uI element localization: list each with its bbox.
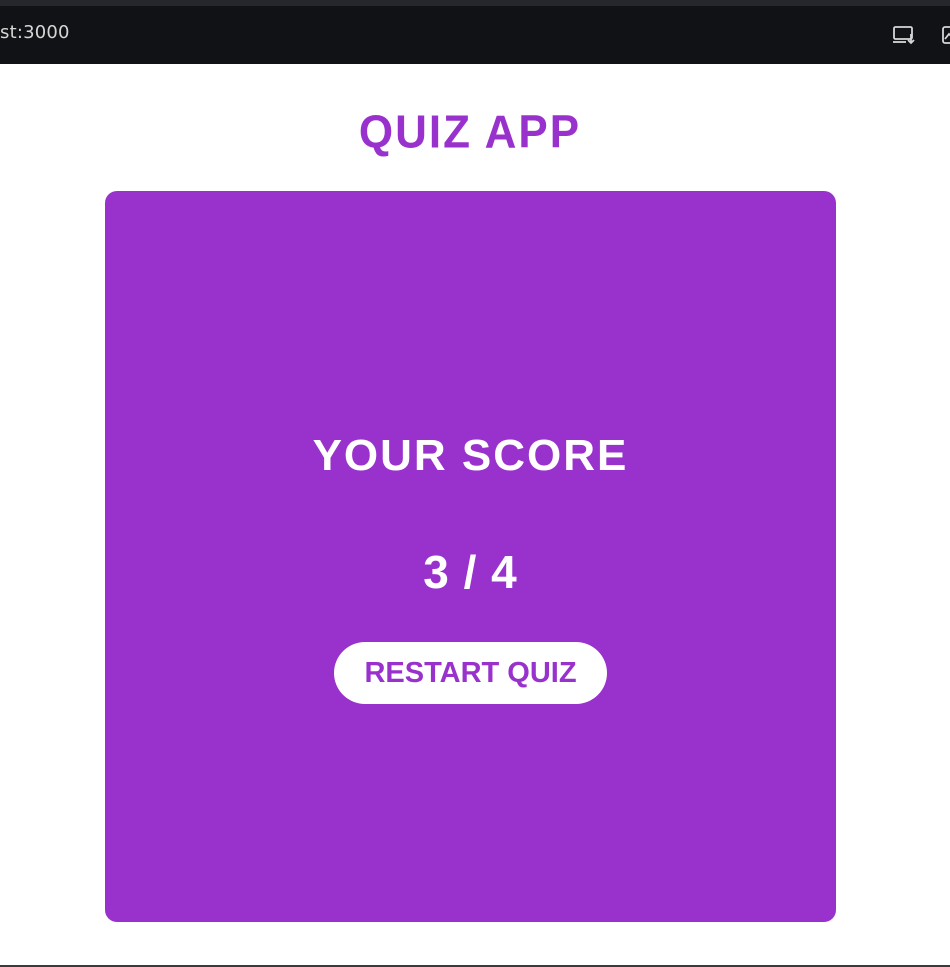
score-value: 3 / 4 xyxy=(423,546,518,598)
restart-quiz-button[interactable]: RESTART QUIZ xyxy=(334,642,607,704)
quiz-result-card: YOUR SCORE 3 / 4 RESTART QUIZ xyxy=(105,191,836,922)
score-heading: YOUR SCORE xyxy=(312,431,629,480)
install-app-icon[interactable] xyxy=(892,24,916,46)
page-title: QUIZ APP xyxy=(358,106,582,159)
address-bar-url[interactable]: st:3000 xyxy=(0,22,70,43)
browser-toolbar: st:3000 xyxy=(0,0,950,64)
performance-icon[interactable] xyxy=(940,24,950,46)
